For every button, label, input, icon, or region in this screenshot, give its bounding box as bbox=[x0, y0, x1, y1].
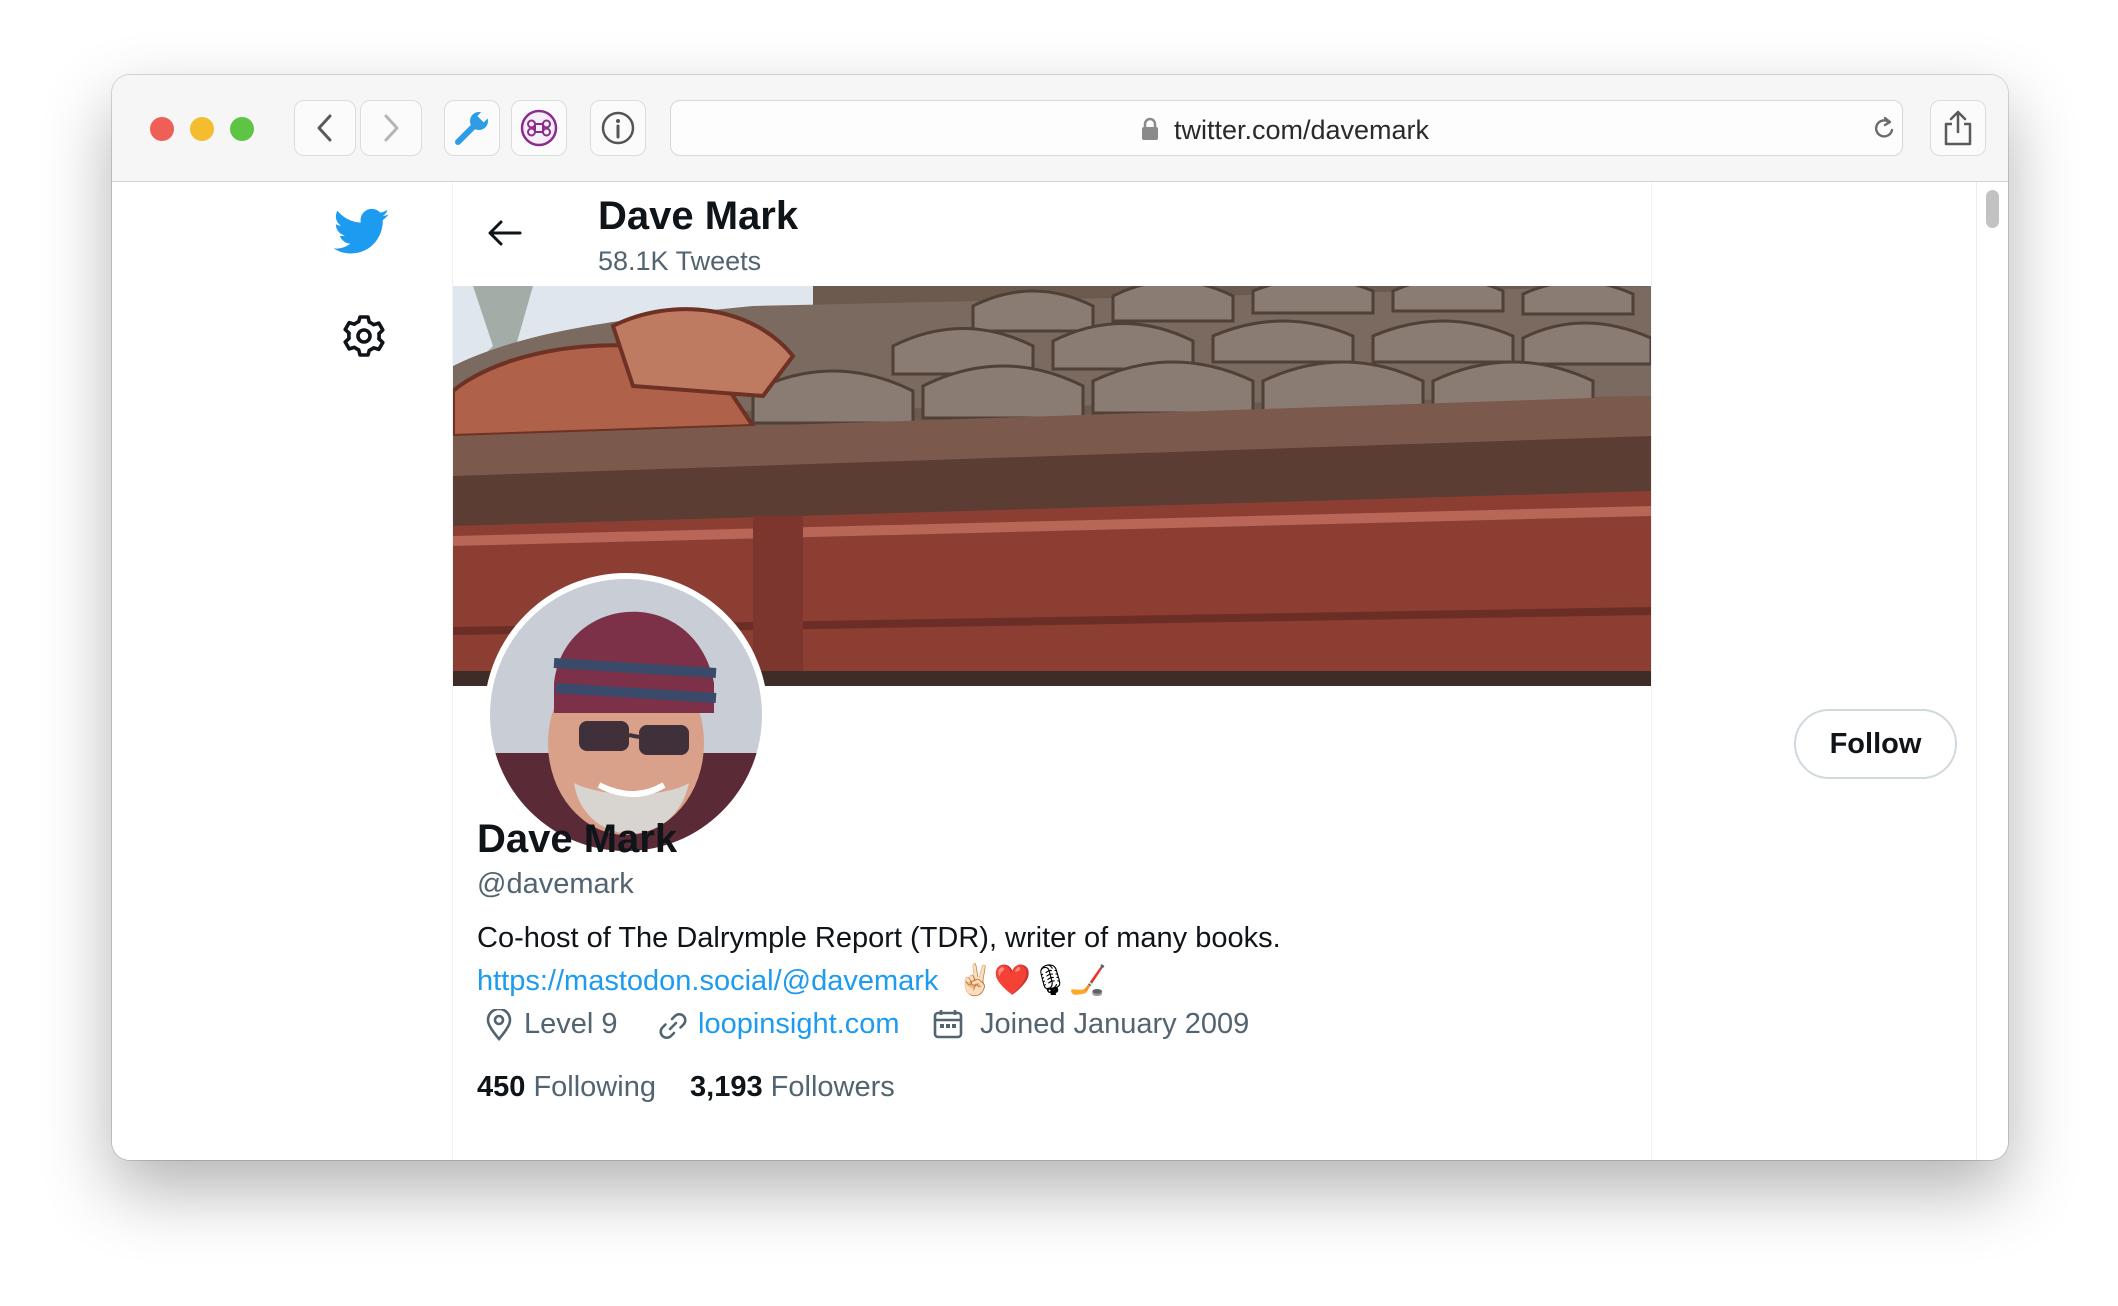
settings-gear-icon[interactable] bbox=[340, 312, 388, 360]
scrollbar-thumb[interactable] bbox=[1986, 190, 1999, 228]
link-icon bbox=[659, 1013, 687, 1039]
forward-button[interactable] bbox=[360, 100, 422, 156]
browser-toolbar: twitter.com/davemark bbox=[112, 75, 2008, 182]
zoom-window-button[interactable] bbox=[230, 117, 254, 141]
twitter-bird-icon[interactable] bbox=[334, 208, 390, 256]
info-icon bbox=[601, 111, 635, 145]
profile-handle: @davemark bbox=[477, 868, 634, 900]
bio-link[interactable]: https://mastodon.social/@davemark bbox=[477, 965, 938, 997]
extension-button-wrench[interactable] bbox=[444, 100, 500, 156]
bio-second-line: https://mastodon.social/@davemark ✌🏻❤️🎙🏒 bbox=[477, 963, 1107, 998]
following-count[interactable]: 450 bbox=[477, 1071, 525, 1103]
close-window-button[interactable] bbox=[150, 117, 174, 141]
share-button[interactable] bbox=[1930, 100, 1986, 156]
followers-count[interactable]: 3,193 bbox=[690, 1071, 763, 1103]
chevron-right-icon bbox=[384, 114, 399, 142]
profile-name: Dave Mark bbox=[477, 817, 678, 861]
calendar-icon bbox=[933, 1010, 963, 1039]
back-arrow-icon[interactable] bbox=[487, 218, 523, 248]
reload-icon[interactable] bbox=[1871, 115, 1897, 143]
bio-text: Co-host of The Dalrymple Report (TDR), w… bbox=[477, 922, 1281, 954]
wrench-icon bbox=[455, 109, 491, 145]
bio-emojis: ✌🏻❤️🎙🏒 bbox=[956, 964, 1107, 997]
browser-window: twitter.com/davemark Dave Mark 58.1K Twe… bbox=[112, 75, 2008, 1160]
url-text: twitter.com/davemark bbox=[1173, 115, 1430, 145]
profile-column: Dave Mark 58.1K Tweets Follow Dave Mark … bbox=[452, 182, 1957, 1160]
header-tweet-count: 58.1K Tweets bbox=[598, 246, 762, 276]
location-pin-icon bbox=[486, 1009, 512, 1041]
profile-joined-date: Joined January 2009 bbox=[980, 1008, 1250, 1040]
header-profile-name: Dave Mark bbox=[598, 194, 799, 238]
back-button[interactable] bbox=[294, 100, 356, 156]
page-content: Dave Mark 58.1K Tweets Follow Dave Mark … bbox=[112, 182, 2008, 1160]
extension-button-command[interactable] bbox=[511, 100, 567, 156]
extension-button-info[interactable] bbox=[590, 100, 646, 156]
follow-button[interactable]: Follow bbox=[1794, 709, 1957, 779]
profile-location: Level 9 bbox=[524, 1008, 618, 1040]
profile-avatar[interactable] bbox=[484, 573, 768, 857]
address-bar[interactable]: twitter.com/davemark bbox=[670, 100, 1903, 156]
profile-website-link[interactable]: loopinsight.com bbox=[698, 1008, 900, 1041]
share-icon bbox=[1944, 110, 1972, 146]
followers-label[interactable]: Followers bbox=[771, 1071, 895, 1103]
follow-stats: 450 Following 3,193 Followers bbox=[477, 1071, 895, 1104]
minimize-window-button[interactable] bbox=[190, 117, 214, 141]
scrollbar-track[interactable] bbox=[1976, 182, 1977, 1160]
command-icon bbox=[520, 109, 558, 147]
following-label[interactable]: Following bbox=[533, 1071, 656, 1103]
chevron-left-icon bbox=[317, 114, 332, 142]
